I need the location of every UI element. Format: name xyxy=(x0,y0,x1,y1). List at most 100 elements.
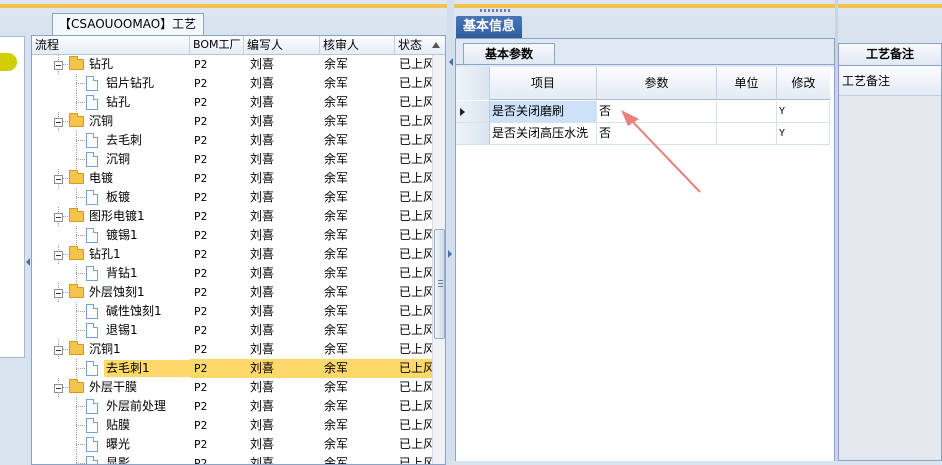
document-icon xyxy=(86,304,98,319)
tree-row[interactable]: 钻孔1 P2 刘喜 余军 已上风 xyxy=(32,245,432,264)
param-unit-cell[interactable] xyxy=(717,123,777,144)
column-header-unit[interactable]: 单位 xyxy=(717,67,777,100)
reviewer-cell: 余军 xyxy=(324,399,349,413)
left-collapsed-panel[interactable] xyxy=(0,36,25,358)
column-header-item[interactable]: 项目 xyxy=(490,67,597,100)
tree-node-label: 背钻1 xyxy=(106,266,138,280)
tree-connector xyxy=(76,368,85,369)
remarks-body[interactable] xyxy=(839,96,941,460)
row-indicator[interactable] xyxy=(456,101,490,122)
tree-row[interactable]: 退锡1 P2 刘喜 余军 已上风 xyxy=(32,321,432,340)
tree-row[interactable]: 镀锡1 P2 刘喜 余军 已上风 xyxy=(32,226,432,245)
remarks-column-header[interactable]: 工艺备注 xyxy=(839,66,941,96)
writer-cell: 刘喜 xyxy=(250,399,275,413)
tree-row[interactable]: 背钻1 P2 刘喜 余军 已上风 xyxy=(32,264,432,283)
column-header-reviewer[interactable]: 核审人 xyxy=(320,36,395,55)
tree-row[interactable]: 碱性蚀刻1 P2 刘喜 余军 已上风 xyxy=(32,302,432,321)
row-indicator[interactable] xyxy=(456,123,490,144)
collapse-toggle-icon[interactable] xyxy=(54,346,63,355)
tab-process-remarks[interactable]: 工艺备注 xyxy=(838,43,942,65)
tree-node-label: 电镀 xyxy=(89,171,114,185)
writer-cell: 刘喜 xyxy=(250,152,275,166)
tree-rows: 钻孔 P2 刘喜 余军 已上风 铝片钻孔 P2 刘喜 余军 已上风 钻孔 P2 刘喜 余军 已上风 沉铜 P2 刘… xyxy=(32,55,432,465)
tree-row[interactable]: 显影 P2 刘喜 余军 已上风 xyxy=(32,454,432,465)
collapse-toggle-icon[interactable] xyxy=(54,289,63,298)
bom-cell: P2 xyxy=(194,229,208,242)
tree-row[interactable]: 铝片钻孔 P2 刘喜 余军 已上风 xyxy=(32,74,432,93)
param-modified-cell[interactable]: Y xyxy=(777,101,830,122)
tree-row[interactable]: 去毛刺1 P2 刘喜 余军 已上风 xyxy=(32,359,432,378)
column-header-value[interactable]: 参数 xyxy=(597,67,717,100)
tree-row[interactable]: 电镀 P2 刘喜 余军 已上风 xyxy=(32,169,432,188)
collapse-toggle-icon[interactable] xyxy=(54,118,63,127)
status-cell: 已上风 xyxy=(399,304,432,318)
tree-row[interactable]: 贴膜 P2 刘喜 余军 已上风 xyxy=(32,416,432,435)
params-row[interactable]: 是否关闭磨刷否 Y xyxy=(456,101,830,123)
collapse-toggle-icon[interactable] xyxy=(54,175,63,184)
tree-row[interactable]: 外层干膜 P2 刘喜 余军 已上风 xyxy=(32,378,432,397)
param-unit-cell[interactable] xyxy=(717,101,777,122)
splitter-grip[interactable] xyxy=(480,9,510,12)
tree-row[interactable]: 外层蚀刻1 P2 刘喜 余军 已上风 xyxy=(32,283,432,302)
writer-cell: 刘喜 xyxy=(250,380,275,394)
tree-node-label: 退锡1 xyxy=(106,323,138,337)
status-cell: 已上风 xyxy=(399,266,432,280)
param-value-cell[interactable]: 否 xyxy=(597,101,717,122)
tree-row[interactable]: 曝光 P2 刘喜 余军 已上风 xyxy=(32,435,432,454)
tree-row[interactable]: 沉铜 P2 刘喜 余军 已上风 xyxy=(32,112,432,131)
tree-row[interactable]: 沉铜1 P2 刘喜 余军 已上风 xyxy=(32,340,432,359)
tree-node-label: 曝光 xyxy=(106,437,131,451)
param-item-cell[interactable]: 是否关闭高压水洗 xyxy=(490,123,597,144)
tree-row[interactable]: 外层前处理 P2 刘喜 余军 已上风 xyxy=(32,397,432,416)
tree-node-label: 板镀 xyxy=(106,190,131,204)
bom-cell: P2 xyxy=(194,191,208,204)
tree-row[interactable]: 去毛刺 P2 刘喜 余军 已上风 xyxy=(32,131,432,150)
column-header-writer[interactable]: 编写人 xyxy=(244,36,320,55)
collapse-middle-arrow-icon[interactable] xyxy=(448,250,452,258)
scroll-grip-icon xyxy=(438,280,443,287)
reviewer-cell: 余军 xyxy=(324,323,349,337)
document-icon xyxy=(86,323,98,338)
writer-cell: 刘喜 xyxy=(250,57,275,71)
row-indicator-header xyxy=(456,67,490,100)
tree-node-label: 铝片钻孔 xyxy=(106,76,155,90)
bom-cell: P2 xyxy=(194,343,208,356)
collapse-toggle-icon[interactable] xyxy=(54,61,63,70)
column-header-bom[interactable]: BOM工厂 xyxy=(190,36,244,55)
tree-row[interactable]: 沉铜 P2 刘喜 余军 已上风 xyxy=(32,150,432,169)
collapse-toggle-icon[interactable] xyxy=(54,251,63,260)
vertical-splitter[interactable] xyxy=(447,0,454,461)
writer-cell: 刘喜 xyxy=(250,418,275,432)
collapse-left-arrow-icon[interactable] xyxy=(26,258,30,266)
tab-basic-params[interactable]: 基本参数 xyxy=(463,43,555,64)
param-item-cell[interactable]: 是否关闭磨刷 xyxy=(490,101,597,122)
tab-basic-info[interactable]: 基本信息 xyxy=(456,16,522,38)
collapse-toggle-icon[interactable] xyxy=(54,384,63,393)
params-row[interactable]: 是否关闭高压水洗否 Y xyxy=(456,123,830,145)
tree-row[interactable]: 板镀 P2 刘喜 余军 已上风 xyxy=(32,188,432,207)
collapse-info-arrow-icon[interactable] xyxy=(449,58,453,66)
tree-row[interactable]: 图形电镀1 P2 刘喜 余军 已上风 xyxy=(32,207,432,226)
param-value-cell[interactable]: 否 xyxy=(597,123,717,144)
param-modified-cell[interactable]: Y xyxy=(777,123,830,144)
params-grid: 项目 参数 单位 修改 是否关闭磨刷否 Y 是否关闭高压水洗否 Y xyxy=(456,67,834,461)
reviewer-cell: 余军 xyxy=(324,437,349,451)
status-cell: 已上风 xyxy=(399,437,432,451)
column-header-modified[interactable]: 修改 xyxy=(777,67,830,100)
tab-process-remarks-label: 工艺备注 xyxy=(865,47,914,61)
tree-scrollbar[interactable] xyxy=(432,55,445,464)
tree-row[interactable]: 钻孔 P2 刘喜 余军 已上风 xyxy=(32,93,432,112)
column-header-flow[interactable]: 流程 xyxy=(32,36,190,55)
tree-node-label: 去毛刺1 xyxy=(106,361,150,375)
tree-row[interactable]: 钻孔 P2 刘喜 余军 已上风 xyxy=(32,55,432,74)
writer-cell: 刘喜 xyxy=(250,76,275,90)
status-cell: 已上风 xyxy=(399,228,432,242)
process-tree-panel: 流程 BOM工厂 编写人 核审人 状态 钻孔 P2 刘喜 余军 已上风 铝片钻孔 P2 刘喜余… xyxy=(31,35,446,465)
status-cell: 已上风 xyxy=(399,285,432,299)
bom-cell: P2 xyxy=(194,457,208,465)
tree-connector xyxy=(76,235,85,236)
tree-scrollbar-thumb[interactable] xyxy=(434,229,445,339)
collapse-toggle-icon[interactable] xyxy=(54,213,63,222)
status-cell: 已上风 xyxy=(399,95,432,109)
tab-process-flow[interactable]: 【CSAOUOOMAO】工艺流程 xyxy=(52,13,204,51)
